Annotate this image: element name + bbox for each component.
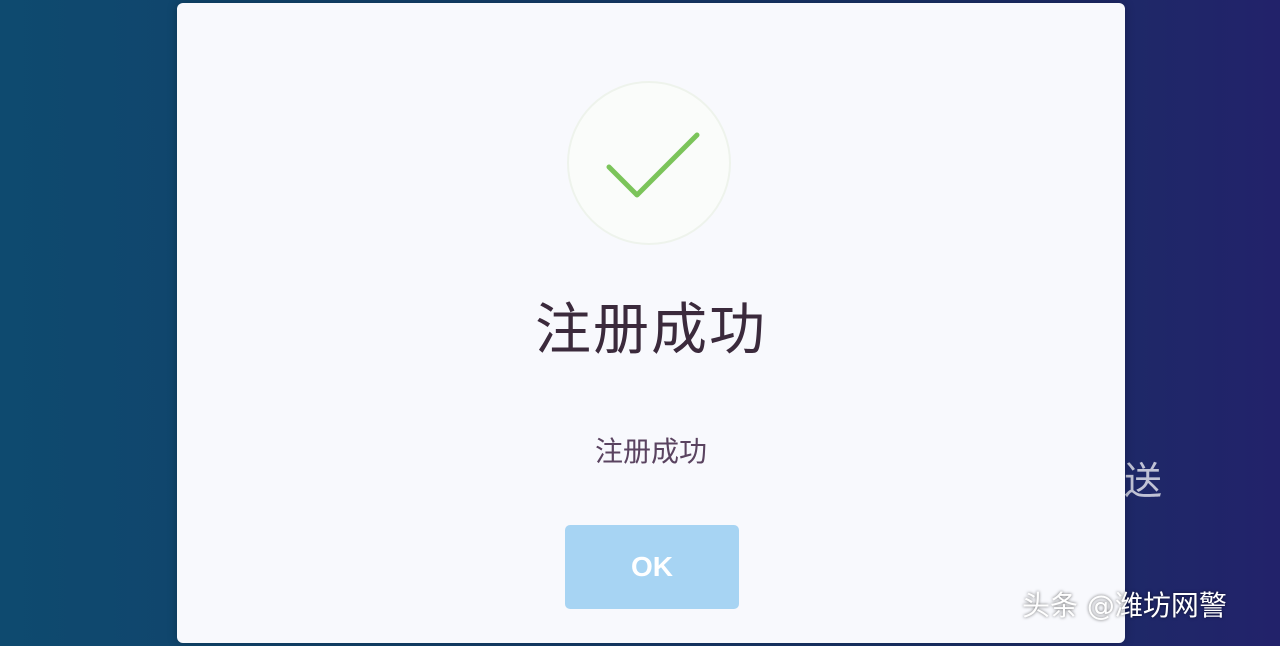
watermark: 头条 @潍坊网警	[1022, 589, 1227, 622]
success-dialog: 注册成功 注册成功 OK	[177, 3, 1125, 643]
checkmark-icon	[606, 132, 700, 198]
background-partial-label: 送	[1124, 459, 1163, 503]
dialog-message: 注册成功	[594, 435, 707, 468]
success-icon-circle	[567, 81, 731, 245]
ok-button[interactable]: OK	[565, 525, 739, 609]
dialog-title: 注册成功	[535, 298, 767, 363]
